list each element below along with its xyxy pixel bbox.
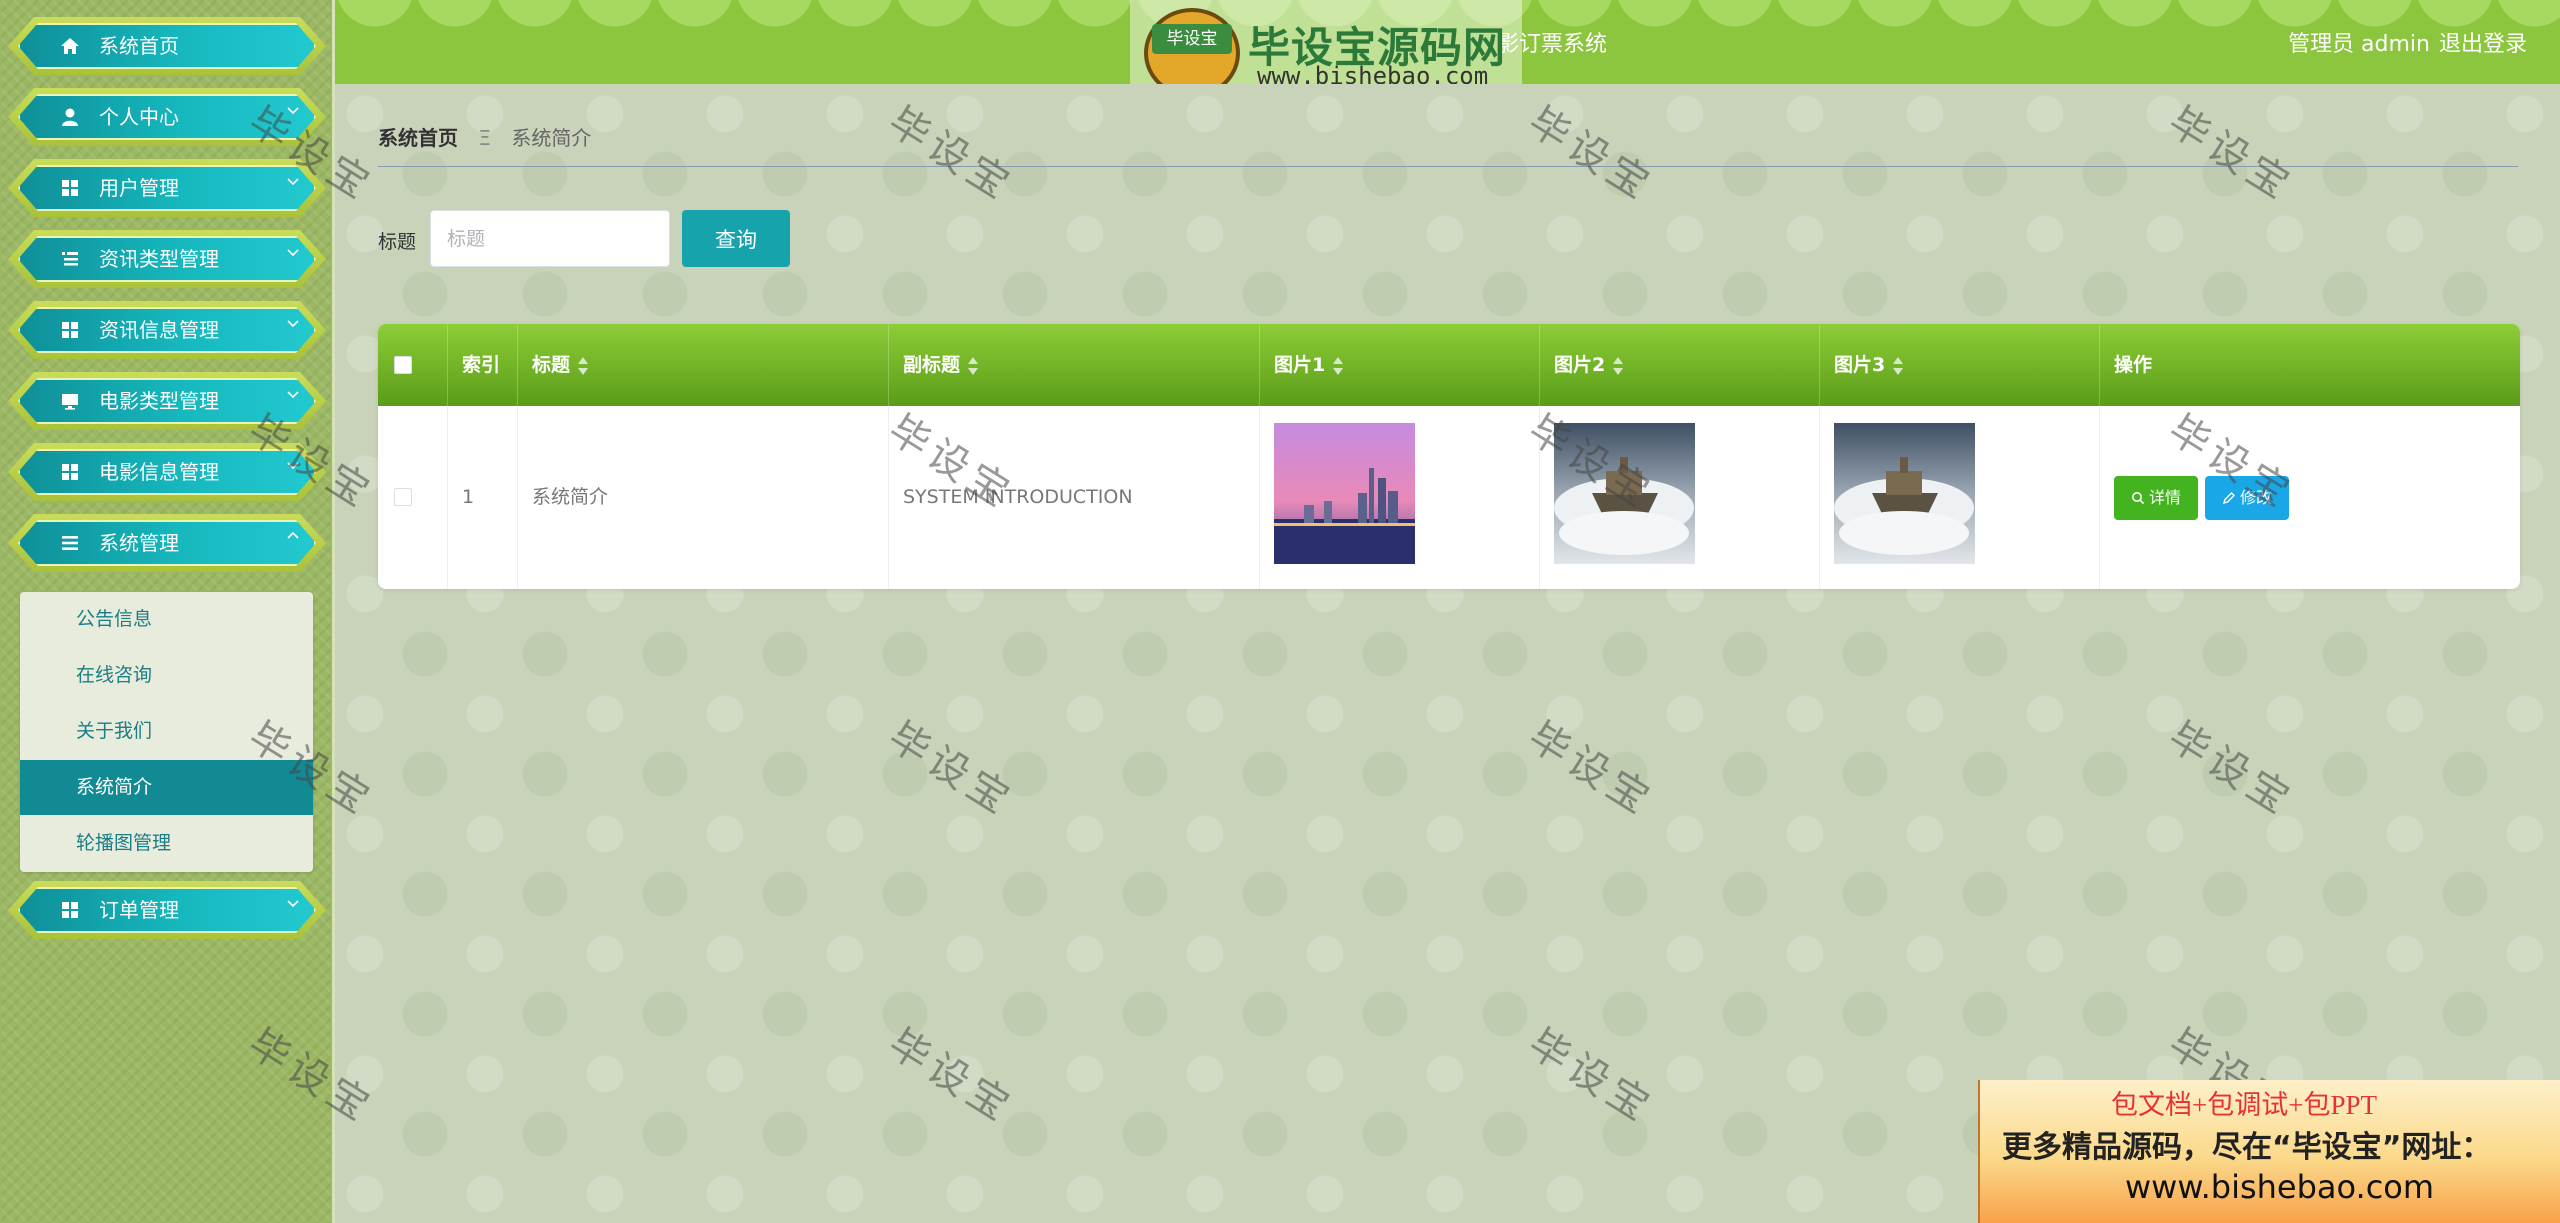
grid-icon [62, 464, 78, 480]
submenu-item-consult[interactable]: 在线咨询 [20, 648, 313, 703]
sidebar-item-label: 系统管理 [99, 531, 179, 555]
chevron-up-icon [287, 531, 299, 539]
table-row: 1 系统简介 SYSTEM INTRODUCTION 详情 修改 [378, 406, 2520, 589]
sidebar-item-system[interactable]: 系统管理 [8, 514, 326, 572]
sidebar-item-movie-types[interactable]: 电影类型管理 [8, 372, 326, 430]
cell-subtitle: SYSTEM INTRODUCTION [889, 406, 1260, 589]
submenu-item-carousel[interactable]: 轮播图管理 [20, 816, 313, 871]
column-header-image1[interactable]: 图片1 [1260, 324, 1540, 406]
chevron-down-icon [287, 320, 299, 328]
sidebar-item-label: 用户管理 [99, 176, 179, 200]
edit-button[interactable]: 修改 [2205, 476, 2289, 520]
sort-icon[interactable] [1333, 356, 1344, 375]
chevron-down-icon [287, 900, 299, 908]
sort-icon[interactable] [578, 356, 589, 375]
sidebar-item-users[interactable]: 用户管理 [8, 159, 326, 217]
sidebar-item-label: 资讯类型管理 [99, 247, 219, 271]
chevron-down-icon [287, 391, 299, 399]
chevron-down-icon [287, 249, 299, 257]
column-header-index: 索引 [448, 324, 518, 406]
thumbnail-city-skyline[interactable] [1274, 423, 1415, 564]
promo-url: www.bishebao.com [2125, 1168, 2435, 1206]
logout-link[interactable]: 退出登录 [2439, 26, 2527, 58]
sidebar-item-label: 个人中心 [99, 105, 179, 129]
sort-icon[interactable] [968, 356, 979, 375]
cell-title: 系统简介 [518, 406, 889, 589]
chevron-down-icon [287, 107, 299, 115]
system-submenu: 公告信息 在线咨询 关于我们 系统简介 轮播图管理 [20, 592, 313, 872]
sidebar-item-label: 资讯信息管理 [99, 318, 219, 342]
sidebar-item-news-types[interactable]: 资讯类型管理 [8, 230, 326, 288]
sidebar-item-label: 电影信息管理 [99, 460, 219, 484]
sidebar-item-label: 电影类型管理 [99, 389, 219, 413]
submenu-item-intro[interactable]: 系统简介 [20, 760, 313, 815]
detail-button[interactable]: 详情 [2114, 476, 2198, 520]
home-icon [61, 38, 79, 54]
column-header-title[interactable]: 标题 [518, 324, 889, 406]
column-header-actions: 操作 [2114, 354, 2153, 376]
breadcrumb-separator: Ξ [478, 126, 491, 150]
title-search-input[interactable] [430, 210, 670, 267]
select-all-checkbox[interactable] [394, 356, 412, 374]
current-user: 管理员 admin [2288, 32, 2430, 57]
search-label: 标题 [378, 231, 417, 253]
menu-icon [62, 536, 78, 550]
sidebar-item-personal[interactable]: 个人中心 [8, 88, 326, 146]
chevron-down-icon [287, 178, 299, 186]
promo-line1: 包文档+包调试+包PPT [2111, 1090, 2377, 1120]
column-header-image3[interactable]: 图片3 [1820, 324, 2100, 406]
promo-banner[interactable]: 包文档+包调试+包PPT 更多精品源码，尽在“毕设宝”网址： www.bishe… [1978, 1080, 2560, 1223]
breadcrumb: 系统首页 Ξ 系统简介 [378, 122, 591, 151]
monitor-icon [62, 394, 78, 410]
sidebar: 系统首页 个人中心 用户管理 资讯类型管理 资讯信息管理 电影类型管理 电影信息… [0, 0, 335, 1223]
query-button[interactable]: 查询 [682, 210, 790, 267]
grid-icon [62, 902, 78, 918]
breadcrumb-current: 系统简介 [511, 126, 592, 150]
submenu-item-notices[interactable]: 公告信息 [20, 592, 313, 647]
sidebar-item-label: 订单管理 [99, 898, 179, 922]
sort-icon[interactable] [1613, 356, 1624, 375]
list-icon [62, 252, 78, 266]
grid-icon [62, 322, 78, 338]
cell-index: 1 [448, 406, 518, 589]
sidebar-item-label: 系统首页 [99, 34, 179, 58]
sidebar-item-news-info[interactable]: 资讯信息管理 [8, 301, 326, 359]
grid-icon [62, 180, 78, 196]
thumbnail-floating-castle[interactable] [1554, 423, 1695, 564]
sort-icon[interactable] [1893, 356, 1904, 375]
thumbnail-floating-castle[interactable] [1834, 423, 1975, 564]
data-table: 索引 标题 副标题 图片1 图片2 图片3 操作 1 系统简介 SYSTEM I… [378, 324, 2520, 589]
chevron-down-icon [287, 462, 299, 470]
sidebar-item-home[interactable]: 系统首页 [8, 17, 326, 75]
sidebar-item-movie-info[interactable]: 电影信息管理 [8, 443, 326, 501]
search-icon [2131, 492, 2145, 505]
edit-icon [2222, 492, 2235, 505]
breadcrumb-home[interactable]: 系统首页 [378, 126, 458, 150]
column-header-image2[interactable]: 图片2 [1540, 324, 1820, 406]
column-header-subtitle[interactable]: 副标题 [889, 324, 1260, 406]
submenu-item-about[interactable]: 关于我们 [20, 704, 313, 759]
row-checkbox[interactable] [394, 488, 412, 506]
promo-line2: 更多精品源码，尽在“毕设宝”网址： [2002, 1130, 2492, 1165]
divider [378, 166, 2518, 167]
table-header: 索引 标题 副标题 图片1 图片2 图片3 操作 [378, 324, 2520, 406]
sidebar-item-orders[interactable]: 订单管理 [8, 881, 326, 939]
user-icon [62, 108, 78, 126]
